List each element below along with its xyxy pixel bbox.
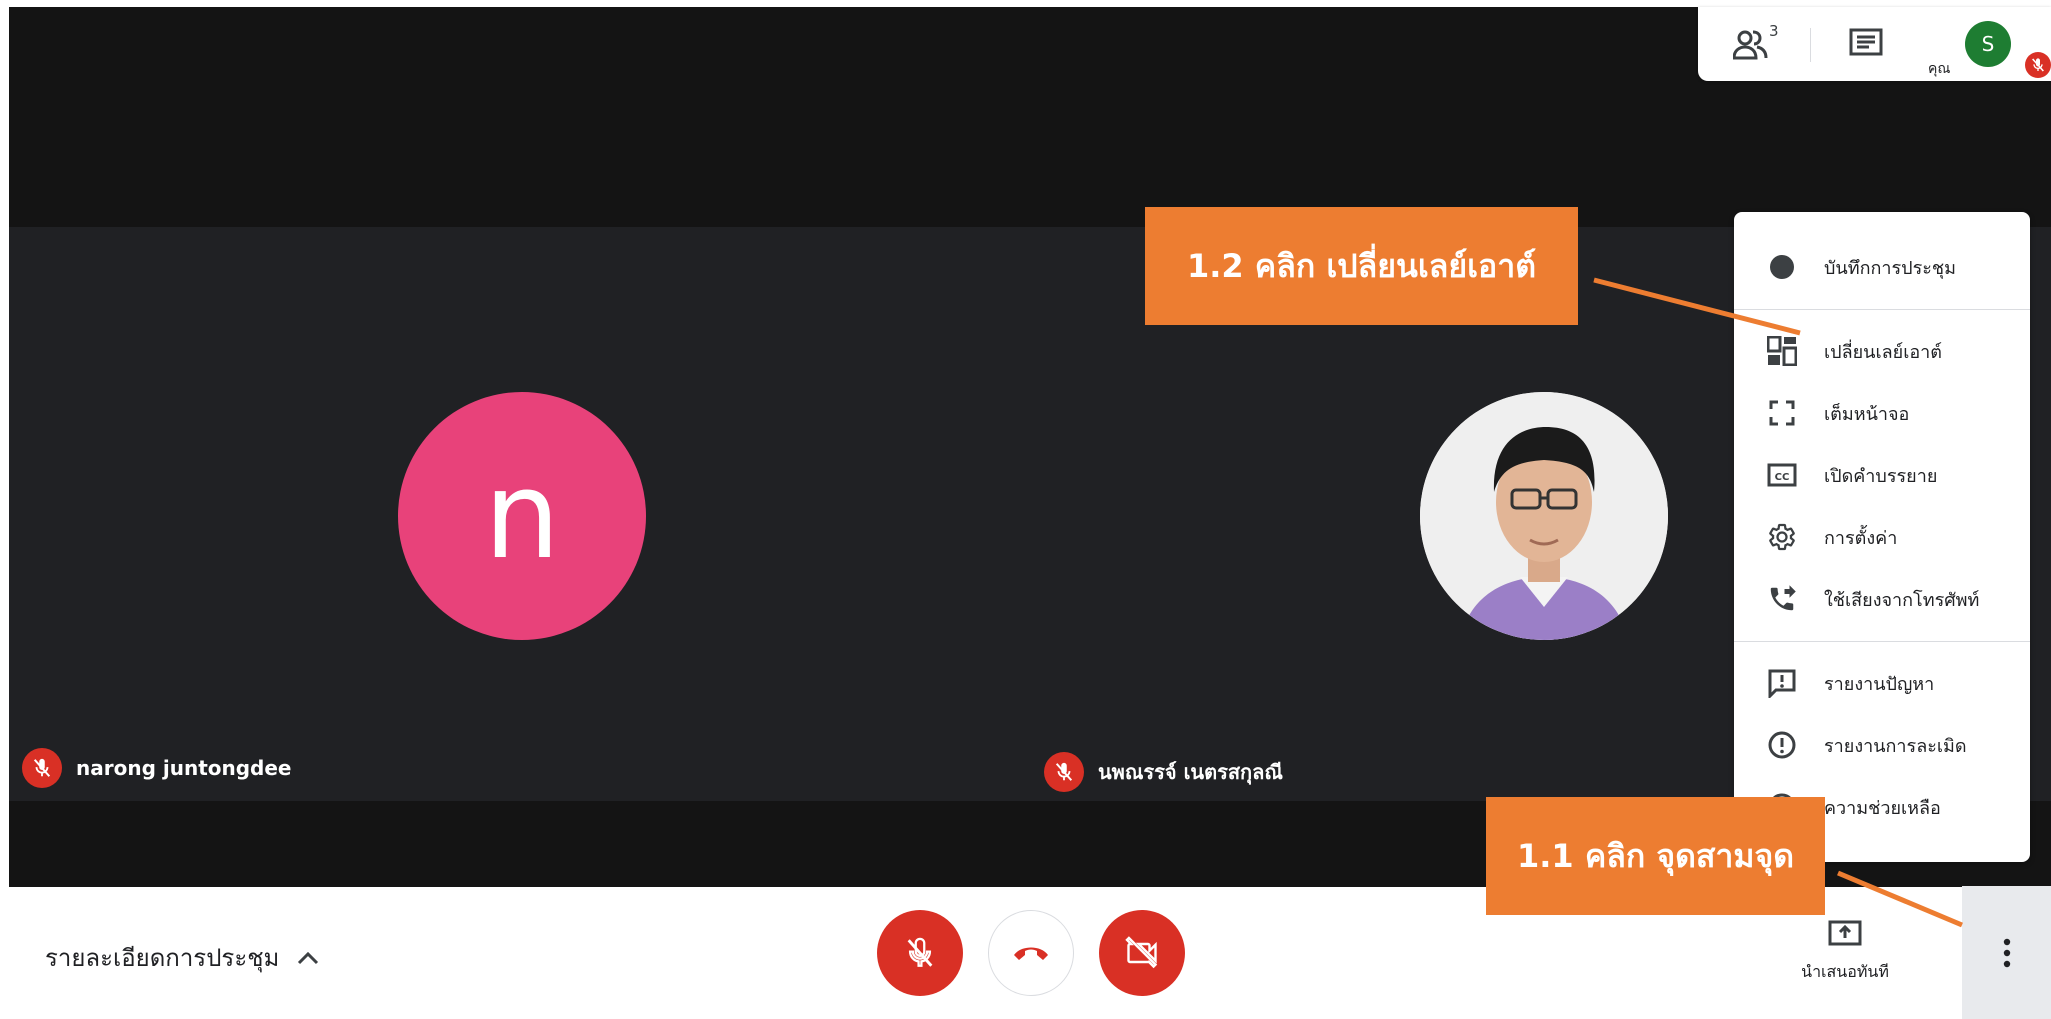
menu-item-label: เปลี่ยนเลย์เอาต์: [1824, 341, 1942, 363]
you-label: คุณ: [1928, 61, 1951, 77]
menu-item-settings[interactable]: การตั้งค่า: [1734, 509, 2030, 565]
feedback-icon: [1754, 655, 1810, 711]
captions-icon: CC: [1754, 447, 1810, 503]
menu-item-change-layout[interactable]: เปลี่ยนเลย์เอาต์: [1734, 323, 2030, 379]
mic-off-icon: [22, 748, 62, 788]
record-icon: [1754, 239, 1810, 295]
participant-avatar-initial: n: [398, 392, 646, 640]
toolbar-divider: [1810, 28, 1811, 62]
meeting-details-button[interactable]: รายละเอียดการประชุม: [45, 938, 319, 977]
chat-icon: [1849, 28, 1883, 56]
menu-item-record[interactable]: บันทึกการประชุม: [1734, 239, 2030, 295]
participant-name: narong juntongdee: [76, 756, 292, 780]
participant-name: นพณรรจ์ เนตรสกุลณี: [1098, 760, 1283, 784]
menu-item-report-abuse[interactable]: รายงานการละเมิด: [1734, 717, 2030, 773]
menu-item-label: ใช้เสียงจากโทรศัพท์: [1824, 589, 1980, 611]
present-now-button[interactable]: นำเสนอทันที: [1790, 920, 1900, 985]
menu-divider: [1734, 309, 2030, 310]
menu-item-label: รายงานปัญหา: [1824, 673, 1935, 695]
mic-off-icon: [1044, 752, 1084, 792]
chevron-up-icon: [298, 951, 319, 964]
menu-item-label: ความช่วยเหลือ: [1824, 797, 1941, 819]
menu-item-label: เปิดคำบรรยาย: [1824, 465, 1938, 487]
mic-off-icon: [2025, 52, 2051, 78]
svg-text:CC: CC: [1775, 472, 1790, 483]
menu-item-label: รายงานการละเมิด: [1824, 735, 1967, 757]
gear-icon: [1754, 509, 1810, 565]
menu-item-fullscreen[interactable]: เต็มหน้าจอ: [1734, 385, 2030, 441]
present-icon: [1828, 920, 1862, 946]
camera-off-icon: [1125, 936, 1158, 969]
participant-name-tag: narong juntongdee: [22, 748, 292, 788]
menu-item-label: บันทึกการประชุม: [1824, 257, 1957, 279]
menu-item-report-problem[interactable]: รายงานปัญหา: [1734, 655, 2030, 711]
camera-toggle-button[interactable]: [1099, 910, 1185, 996]
leave-call-button[interactable]: [988, 910, 1074, 996]
participants-button[interactable]: 3: [1732, 22, 1779, 66]
annotation-callout: 1.2 คลิก เปลี่ยนเลย์เอาต์: [1145, 207, 1578, 325]
more-options-button[interactable]: [1962, 886, 2051, 1019]
fullscreen-icon: [1754, 385, 1810, 441]
participant-name-tag: นพณรรจ์ เนตรสกุลณี: [1044, 752, 1283, 792]
phone-forward-icon: [1754, 571, 1810, 627]
more-vert-icon: [2003, 938, 2010, 967]
more-options-menu: บันทึกการประชุม เปลี่ยนเลย์เอาต์ เต็มหน้…: [1734, 212, 2030, 862]
menu-item-label: การตั้งค่า: [1824, 527, 1898, 549]
report-icon: [1754, 717, 1810, 773]
menu-item-phone-audio[interactable]: ใช้เสียงจากโทรศัพท์: [1734, 571, 2030, 627]
mic-toggle-button[interactable]: [877, 910, 963, 996]
participant-count-badge: 3: [1769, 22, 1779, 40]
menu-item-captions[interactable]: CC เปิดคำบรรยาย: [1734, 447, 2030, 503]
layout-icon: [1754, 323, 1810, 379]
meeting-details-label: รายละเอียดการประชุม: [45, 944, 280, 972]
menu-item-label: เต็มหน้าจอ: [1824, 403, 1910, 425]
meeting-screen: n narong juntongdee นพณรรจ์ เนตรสกุลณี 3…: [0, 0, 2051, 1019]
hangup-icon: [1014, 947, 1048, 960]
mic-off-icon: [907, 937, 933, 967]
menu-divider: [1734, 641, 2030, 642]
avatar[interactable]: S: [1965, 21, 2011, 67]
present-now-label: นำเสนอทันที: [1801, 962, 1889, 981]
chat-button[interactable]: [1849, 28, 1883, 64]
participant-photo: [1420, 392, 1668, 640]
annotation-callout: 1.1 คลิก จุดสามจุด: [1486, 797, 1825, 915]
